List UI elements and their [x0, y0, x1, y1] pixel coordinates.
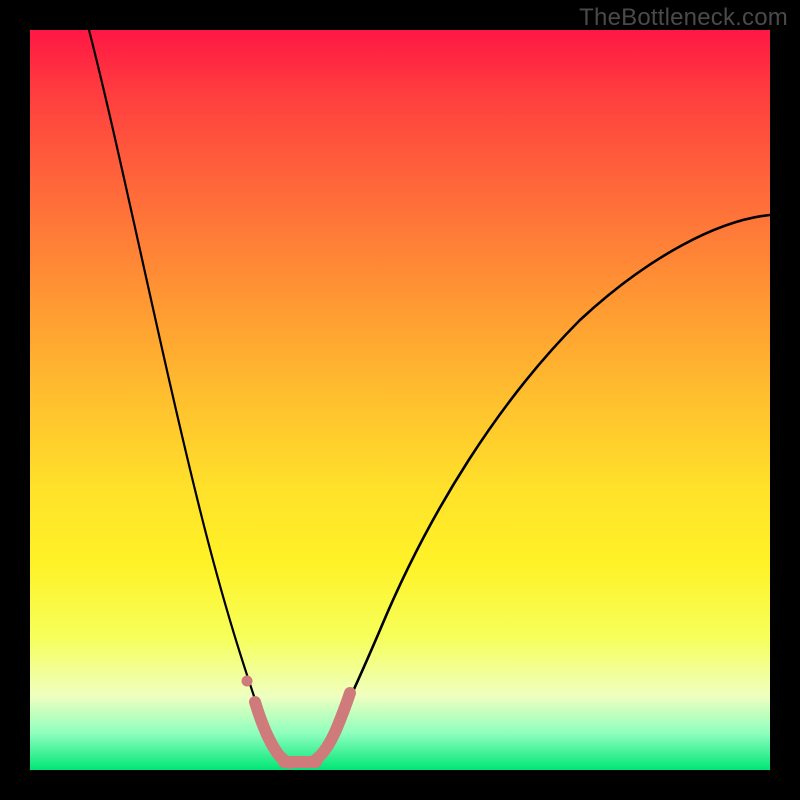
chart-frame: TheBottleneck.com — [0, 0, 800, 800]
highlight-band-left — [255, 702, 290, 763]
watermark-text: TheBottleneck.com — [579, 4, 788, 32]
highlight-dot — [242, 676, 253, 687]
plot-area — [30, 30, 770, 770]
bottleneck-curve-left — [89, 30, 282, 760]
highlight-band-right — [312, 693, 350, 762]
curve-overlay — [30, 30, 770, 770]
bottleneck-curve-right — [318, 215, 770, 760]
